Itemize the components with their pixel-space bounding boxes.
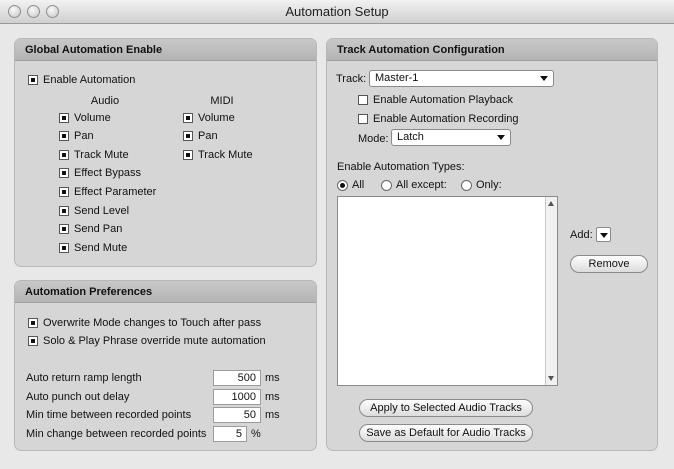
audio-effect-parameter-box[interactable] (59, 187, 69, 197)
track-automation-panel: Track Automation Configuration Track: Ma… (326, 38, 658, 451)
chevron-down-icon (540, 76, 548, 81)
midi-track-mute-label: Track Mute (198, 149, 253, 161)
scroll-up-icon[interactable] (548, 201, 554, 206)
min-time-field[interactable]: 50 (213, 407, 261, 423)
audio-send-mute-label: Send Mute (74, 242, 128, 254)
automation-preferences-panel: Automation Preferences Overwrite Mode ch… (14, 280, 317, 451)
radio-only[interactable] (461, 180, 472, 191)
ramp-length-field[interactable]: 500 (213, 370, 261, 386)
chevron-down-icon (600, 233, 608, 238)
punch-out-delay-label: Auto punch out delay (26, 391, 130, 403)
add-label: Add: (570, 229, 593, 241)
track-label: Track: (336, 73, 367, 85)
audio-column-header: Audio (90, 95, 120, 107)
enable-recording-box[interactable] (358, 114, 368, 124)
automation-types-list[interactable] (337, 196, 558, 386)
audio-volume-box[interactable] (59, 113, 69, 123)
punch-out-delay-unit: ms (265, 391, 280, 403)
audio-effect-bypass-box[interactable] (59, 168, 69, 178)
apply-selected-tracks-button[interactable]: Apply to Selected Audio Tracks (359, 399, 533, 417)
automation-preferences-header: Automation Preferences (15, 281, 316, 303)
min-time-label: Min time between recorded points (26, 409, 192, 421)
automation-types-label: Enable Automation Types: (337, 161, 465, 173)
enable-automation-label: Enable Automation (43, 74, 136, 86)
radio-all[interactable] (337, 180, 348, 191)
overwrite-mode-box[interactable] (28, 318, 38, 328)
enable-playback-label: Enable Automation Playback (373, 94, 514, 106)
min-change-label: Min change between recorded points (26, 428, 207, 440)
audio-send-pan-box[interactable] (59, 224, 69, 234)
global-automation-header: Global Automation Enable (15, 39, 316, 61)
audio-track-mute-box[interactable] (59, 150, 69, 160)
min-time-unit: ms (265, 409, 280, 421)
title-bar: Automation Setup (0, 0, 674, 24)
midi-volume-label: Volume (198, 112, 235, 124)
audio-send-mute-box[interactable] (59, 243, 69, 253)
mode-select[interactable]: Latch (391, 129, 511, 146)
midi-volume-box[interactable] (183, 113, 193, 123)
track-select[interactable]: Master-1 (369, 70, 554, 87)
track-automation-header: Track Automation Configuration (327, 39, 657, 61)
chevron-down-icon (497, 135, 505, 140)
mode-label: Mode: (358, 133, 389, 145)
midi-column-header: MIDI (210, 95, 234, 107)
audio-effect-bypass-label: Effect Bypass (74, 167, 142, 179)
track-select-value: Master-1 (375, 72, 419, 84)
solo-override-box[interactable] (28, 336, 38, 346)
audio-pan-box[interactable] (59, 131, 69, 141)
radio-all-except-label: All except: (396, 179, 447, 191)
enable-automation-box[interactable] (28, 75, 38, 85)
solo-override-label: Solo & Play Phrase override mute automat… (43, 335, 266, 347)
min-change-unit: % (251, 428, 261, 440)
audio-track-mute-label: Track Mute (74, 149, 129, 161)
midi-pan-label: Pan (198, 130, 218, 142)
remove-button[interactable]: Remove (570, 255, 648, 273)
audio-send-pan-label: Send Pan (74, 223, 123, 235)
add-type-menu[interactable] (596, 227, 611, 242)
punch-out-delay-field[interactable]: 1000 (213, 389, 261, 405)
audio-pan-label: Pan (74, 130, 94, 142)
radio-only-label: Only: (476, 179, 502, 191)
ramp-length-label: Auto return ramp length (26, 372, 142, 384)
min-change-field[interactable]: 5 (213, 426, 247, 442)
audio-effect-parameter-label: Effect Parameter (74, 186, 157, 198)
midi-track-mute-box[interactable] (183, 150, 193, 160)
save-default-button[interactable]: Save as Default for Audio Tracks (359, 424, 533, 442)
scroll-down-icon[interactable] (548, 376, 554, 381)
overwrite-mode-label: Overwrite Mode changes to Touch after pa… (43, 317, 262, 329)
radio-all-label: All (352, 179, 365, 191)
enable-recording-label: Enable Automation Recording (373, 113, 519, 125)
audio-volume-label: Volume (74, 112, 111, 124)
audio-send-level-label: Send Level (74, 205, 130, 217)
mode-select-value: Latch (397, 131, 424, 143)
global-automation-panel: Global Automation Enable Enable Automati… (14, 38, 317, 267)
automation-setup-window: Automation Setup Global Automation Enabl… (0, 0, 674, 469)
radio-all-except[interactable] (381, 180, 392, 191)
window-title: Automation Setup (285, 4, 389, 19)
audio-send-level-box[interactable] (59, 206, 69, 216)
ramp-length-unit: ms (265, 372, 280, 384)
midi-pan-box[interactable] (183, 131, 193, 141)
list-scrollbar[interactable] (545, 197, 557, 385)
enable-playback-box[interactable] (358, 95, 368, 105)
